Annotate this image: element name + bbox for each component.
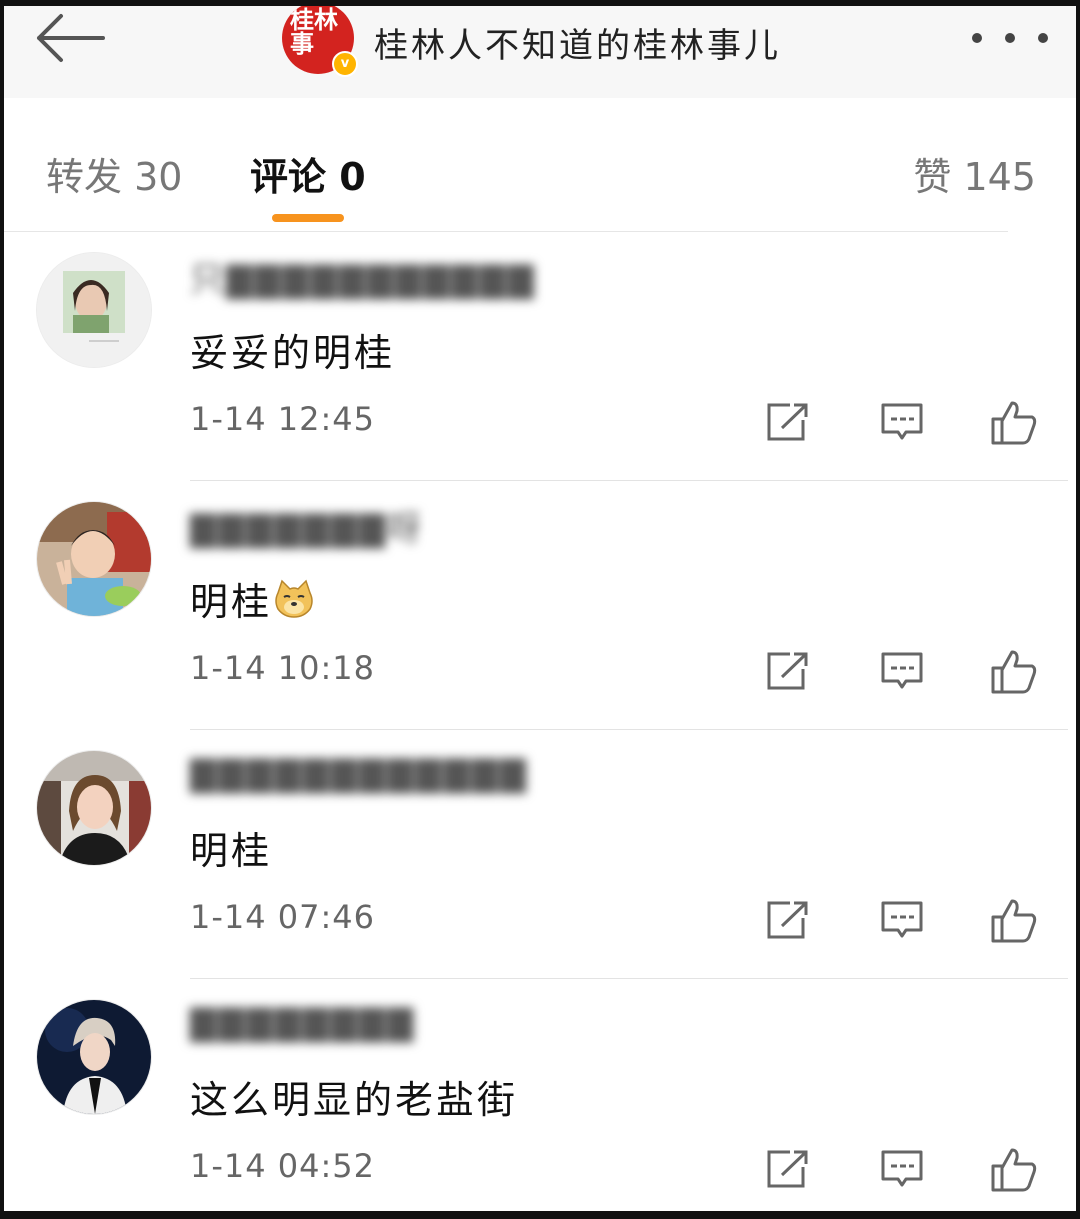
- page-title: 桂林人不知道的桂林事儿: [374, 26, 781, 66]
- comment-username[interactable]: ▇▇▇▇▇▇▇▇: [190, 1001, 415, 1045]
- doge-emoji-icon: [275, 579, 313, 618]
- comment-username[interactable]: 只▇▇▇▇▇▇▇▇▇▇▇: [190, 254, 536, 300]
- screen-frame: 桂林事 v 桂林人不知道的桂林事儿 转发 30 评论 0 赞 145 只▇▇▇▇…: [0, 0, 1080, 1219]
- avatar-photo: [37, 1000, 151, 1114]
- share-icon: [767, 901, 808, 939]
- comment-actions: [764, 647, 1044, 695]
- comment-text: 这么明显的老盐街: [190, 1078, 519, 1122]
- like-button[interactable]: [990, 398, 1038, 446]
- avatar[interactable]: [36, 252, 152, 368]
- share-button[interactable]: [764, 647, 812, 695]
- comment-actions: [764, 1145, 1044, 1193]
- logo-text: 桂林事: [290, 5, 338, 58]
- comment-item: 只▇▇▇▇▇▇▇▇▇▇▇ 妥妥的明桂 1-14 12:45: [4, 232, 1076, 481]
- avatar[interactable]: [36, 501, 152, 617]
- tab-bar: 转发 30 评论 0 赞 145: [4, 98, 1076, 232]
- avatar-photo: [37, 502, 151, 616]
- comment-time: 1-14 07:46: [190, 898, 376, 936]
- reply-icon: [881, 1150, 923, 1187]
- top-bar: 桂林事 v 桂林人不知道的桂林事儿: [4, 6, 1076, 99]
- more-dot-icon: [1038, 33, 1048, 43]
- share-button[interactable]: [764, 398, 812, 446]
- reply-icon: [881, 403, 923, 440]
- comment-item: ▇▇▇▇▇▇▇▇▇▇▇▇ 明桂 1-14 07:46: [4, 730, 1076, 979]
- comment-username[interactable]: ▇▇▇▇▇▇▇▇▇▇▇▇: [190, 752, 528, 796]
- comment-text: 妥妥的明桂: [190, 331, 396, 375]
- more-button[interactable]: [972, 24, 1048, 52]
- tab-comment[interactable]: 评论 0: [250, 146, 366, 201]
- share-icon: [767, 1150, 808, 1188]
- like-icon: [991, 899, 1037, 943]
- comment-time: 1-14 04:52: [190, 1147, 376, 1185]
- tab-like[interactable]: 赞 145: [913, 146, 1036, 201]
- comment-time: 1-14 10:18: [190, 649, 376, 687]
- like-button[interactable]: [990, 647, 1038, 695]
- share-icon: [767, 403, 808, 441]
- more-dot-icon: [972, 33, 982, 43]
- reply-button[interactable]: [878, 647, 926, 695]
- avatar[interactable]: [36, 750, 152, 866]
- comment-text: 明桂: [190, 571, 314, 626]
- like-button[interactable]: [990, 1145, 1038, 1193]
- like-button[interactable]: [990, 896, 1038, 944]
- like-icon: [991, 1148, 1037, 1192]
- reply-button[interactable]: [878, 1145, 926, 1193]
- share-button[interactable]: [764, 1145, 812, 1193]
- comment-time: 1-14 12:45: [190, 400, 376, 438]
- comment-item: ▇▇▇▇▇▇▇▇ 这么明显的老盐街 1-14 04:52: [4, 979, 1076, 1211]
- reply-icon: [881, 652, 923, 689]
- comment-actions: [764, 398, 1044, 446]
- more-dot-icon: [1005, 33, 1015, 43]
- reply-button[interactable]: [878, 896, 926, 944]
- reply-icon: [881, 901, 923, 938]
- like-icon: [991, 650, 1037, 694]
- verified-badge: v: [332, 51, 358, 77]
- comment-username[interactable]: ▇▇▇▇▇▇▇呀: [190, 503, 423, 549]
- share-button[interactable]: [764, 896, 812, 944]
- comment-item: ▇▇▇▇▇▇▇呀 明桂 1-14 10:18: [4, 481, 1076, 730]
- tab-repost[interactable]: 转发 30: [46, 146, 182, 201]
- reply-button[interactable]: [878, 398, 926, 446]
- comment-actions: [764, 896, 1044, 944]
- comment-text: 明桂: [190, 829, 273, 873]
- avatar-photo: [37, 253, 151, 367]
- like-icon: [991, 401, 1037, 445]
- back-arrow-icon: [37, 14, 105, 62]
- avatar-photo: [37, 751, 151, 865]
- share-icon: [767, 652, 808, 690]
- avatar[interactable]: [36, 999, 152, 1115]
- active-tab-indicator: [272, 214, 344, 222]
- back-button[interactable]: [26, 6, 112, 70]
